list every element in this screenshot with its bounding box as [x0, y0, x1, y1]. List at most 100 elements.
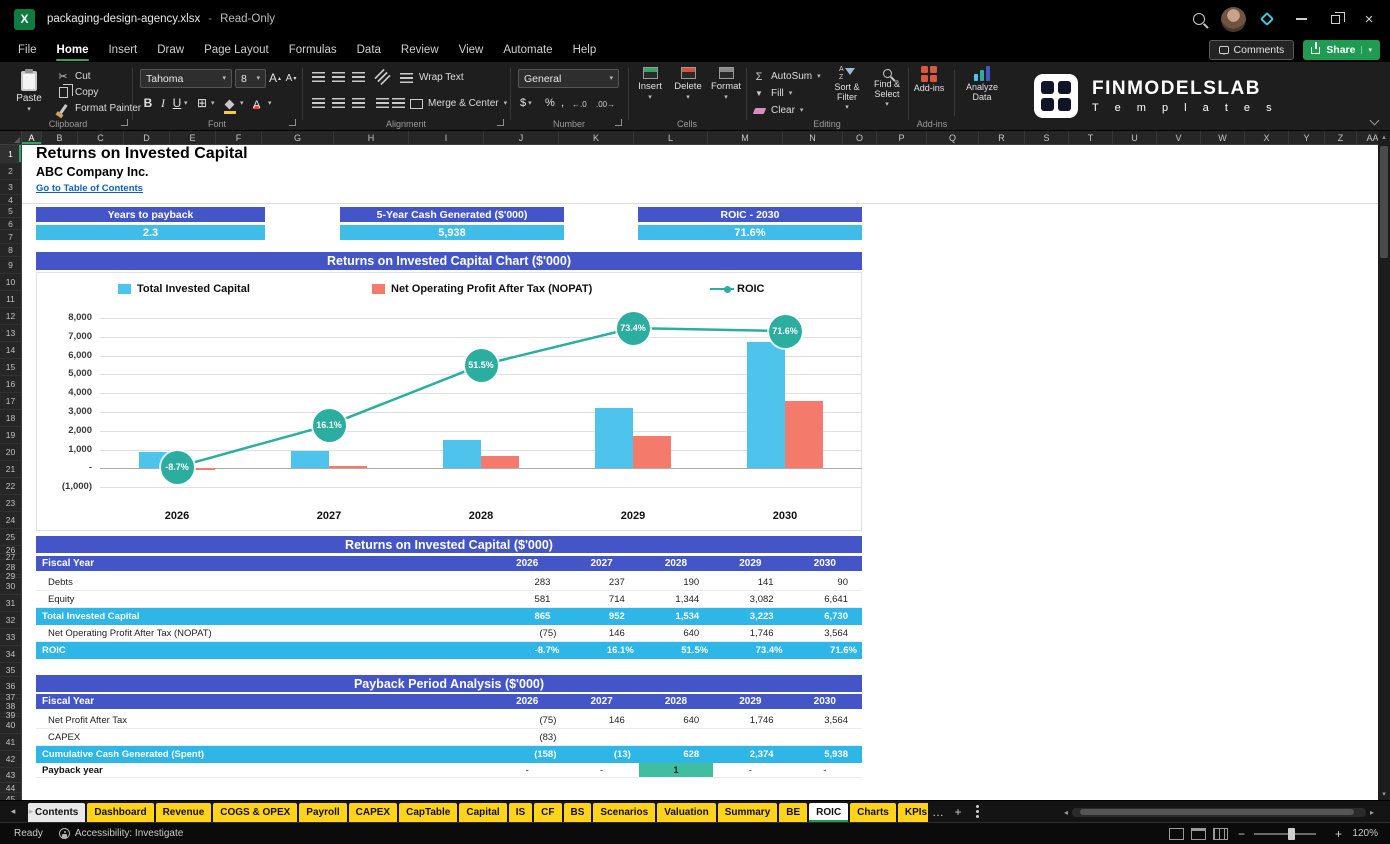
row-header-33[interactable]: 33 [0, 629, 21, 646]
row-header-35[interactable]: 35 [0, 663, 21, 677]
zoom-level[interactable]: 120% [1350, 828, 1378, 839]
row-header-14[interactable]: 14 [0, 342, 21, 359]
row-header-43[interactable]: 43 [0, 768, 21, 783]
normal-view-button[interactable] [1169, 828, 1184, 840]
cell[interactable]: 581 [490, 591, 564, 607]
column-header-X[interactable]: X [1245, 131, 1289, 144]
column-header-Z[interactable]: Z [1325, 131, 1357, 144]
decrease-font-button[interactable] [285, 70, 297, 86]
delete-button[interactable]: Delete ▾ [670, 67, 706, 119]
table-row-payback-year[interactable]: Payback year--1-- [36, 763, 862, 778]
cell[interactable]: 1,746 [713, 625, 787, 641]
kpi-value-years-to-payback[interactable]: 2.3 [36, 225, 265, 240]
sheet-tab-scenarios[interactable]: Scenarios [593, 803, 655, 822]
row-header-5[interactable]: 5 [0, 205, 21, 218]
cell[interactable]: - [788, 763, 862, 777]
row-header-9[interactable]: 9 [0, 257, 21, 274]
page-layout-view-button[interactable] [1191, 828, 1206, 840]
cell[interactable]: - [564, 763, 638, 777]
cell[interactable]: - [490, 763, 564, 777]
cell[interactable]: (75) [490, 625, 564, 641]
align-right-button[interactable] [352, 98, 365, 108]
row-header-20[interactable]: 20 [0, 444, 21, 461]
column-header-U[interactable]: U [1113, 131, 1157, 144]
row-header-40[interactable]: 40 [0, 717, 21, 734]
cell[interactable]: 51.5% [639, 642, 713, 659]
column-header-T[interactable]: T [1069, 131, 1113, 144]
row-header-1[interactable]: 1 [0, 145, 21, 163]
row-header-15[interactable]: 15 [0, 359, 21, 376]
orientation-button[interactable] [374, 69, 390, 85]
sheet-tab-capex[interactable]: CAPEX [349, 803, 397, 822]
align-middle-button[interactable] [332, 72, 345, 82]
row-header-2[interactable]: 2 [0, 163, 21, 180]
minimize-button[interactable] [1284, 4, 1318, 34]
row-header-12[interactable]: 12 [0, 308, 21, 325]
sheet-tab-roic[interactable]: ROIC [809, 803, 848, 822]
table-row-equity[interactable]: Equity5817141,3443,0826,641 [36, 591, 862, 608]
align-left-button[interactable] [312, 98, 325, 108]
column-header-L[interactable]: L [634, 131, 708, 144]
menu-automate[interactable]: Automate [493, 38, 562, 62]
sheet-tab-capital[interactable]: Capital [459, 803, 506, 822]
sheet-tab-is[interactable]: IS [509, 803, 532, 822]
gem-button[interactable] [1250, 4, 1284, 34]
cut-button[interactable]: ✂Cut [56, 69, 141, 84]
decrease-indent-button[interactable] [376, 98, 389, 108]
align-center-button[interactable] [332, 98, 345, 108]
sheet-tab-captable[interactable]: CapTable [399, 803, 457, 822]
addins-button[interactable]: Add-ins [910, 66, 948, 122]
sheet-tab-cogs-opex[interactable]: COGS & OPEX [213, 803, 297, 822]
cell[interactable]: 628 [639, 746, 713, 763]
fill-color-button[interactable] [224, 97, 236, 115]
sheet-tab-summary[interactable]: Summary [718, 803, 778, 822]
insert-button[interactable]: Insert ▾ [632, 67, 668, 119]
cell[interactable]: (13) [564, 746, 638, 763]
column-header-E[interactable]: E [170, 131, 216, 144]
column-header-I[interactable]: I [409, 131, 484, 144]
alignment-dialog-launcher[interactable] [497, 119, 504, 126]
cell[interactable]: 190 [639, 574, 713, 590]
cell[interactable]: 283 [490, 574, 564, 590]
cell[interactable]: 146 [564, 712, 638, 728]
row-header-17[interactable]: 17 [0, 393, 21, 410]
menu-view[interactable]: View [449, 38, 494, 62]
vscroll-down-icon[interactable]: ▾ [1378, 790, 1390, 798]
row-header-16[interactable]: 16 [0, 376, 21, 393]
column-header-AA[interactable]: AA [1357, 131, 1378, 144]
cell[interactable]: (158) [490, 746, 564, 763]
sheet-tab-charts[interactable]: Charts [850, 803, 896, 822]
font-dialog-launcher[interactable] [289, 119, 296, 126]
new-sheet-button[interactable]: + [948, 805, 968, 819]
table-row-net-operating-profit-after-tax-nopat[interactable]: Net Operating Profit After Tax (NOPAT)(7… [36, 625, 862, 642]
collapse-ribbon-icon[interactable] [1370, 116, 1380, 126]
comments-button[interactable]: Comments [1209, 40, 1295, 60]
sort-filter-button[interactable]: Sort & Filter ▾ [828, 66, 866, 122]
row-header-41[interactable]: 41 [0, 734, 21, 751]
cell[interactable]: 3,223 [713, 608, 787, 625]
sheet-tab-kpis[interactable]: KPIs [898, 803, 928, 822]
menu-file[interactable]: File [8, 38, 47, 62]
row-header-45[interactable]: 45 [0, 793, 21, 800]
row-header-4[interactable]: 4 [0, 195, 21, 205]
column-header-J[interactable]: J [484, 131, 559, 144]
column-header-R[interactable]: R [979, 131, 1025, 144]
row-header-25[interactable]: 25 [0, 529, 21, 546]
format-button[interactable]: Format ▾ [708, 67, 744, 119]
accessibility-status[interactable]: Accessibility: Investigate [75, 828, 183, 839]
row-header-42[interactable]: 42 [0, 751, 21, 768]
column-header-W[interactable]: W [1201, 131, 1245, 144]
cell[interactable]: 1,534 [639, 608, 713, 625]
row-header-24[interactable]: 24 [0, 512, 21, 529]
wrap-text-button[interactable]: Wrap Text [400, 70, 464, 85]
menu-review[interactable]: Review [391, 38, 449, 62]
cell[interactable]: 71.6% [788, 642, 862, 659]
table-row-debts[interactable]: Debts28323719014190 [36, 574, 862, 591]
column-header-O[interactable]: O [843, 131, 877, 144]
sheet-tab-valuation[interactable]: Valuation [657, 803, 715, 822]
share-button[interactable]: Share ▾ [1303, 40, 1380, 60]
cell[interactable]: 1,746 [713, 712, 787, 728]
align-bottom-button[interactable] [352, 72, 365, 82]
table-row-total-invested-capital[interactable]: Total Invested Capital8659521,5343,2236,… [36, 608, 862, 625]
row-header-11[interactable]: 11 [0, 291, 21, 308]
